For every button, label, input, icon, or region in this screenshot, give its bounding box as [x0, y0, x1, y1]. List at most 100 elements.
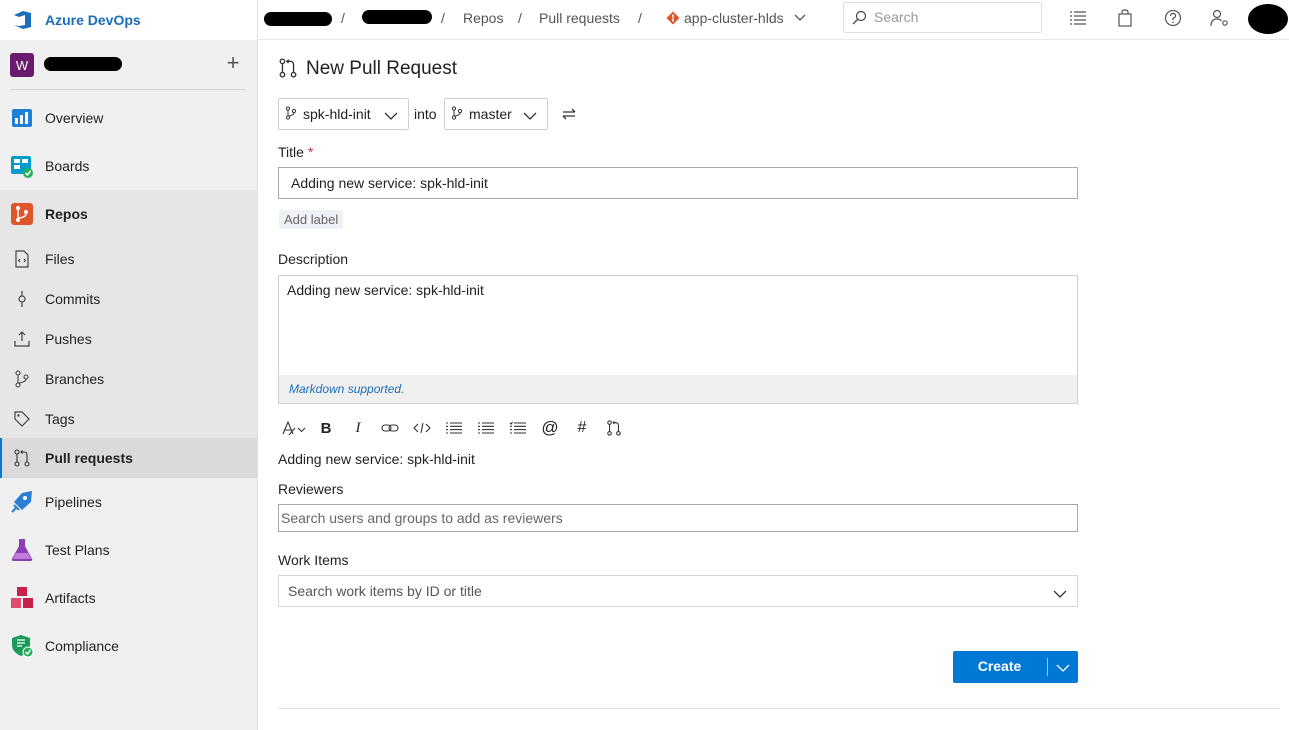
breadcrumb-pull-requests[interactable]: Pull requests — [539, 10, 620, 26]
bulleted-list-icon[interactable] — [444, 418, 464, 438]
work-item-hash-icon[interactable]: # — [572, 418, 592, 438]
chevron-down-icon — [794, 14, 806, 21]
redacted-project — [362, 10, 432, 24]
sidebar-item-files[interactable]: Files — [0, 240, 257, 278]
sidebar-item-boards[interactable]: Boards — [0, 146, 257, 186]
work-items-placeholder: Search work items by ID or title — [288, 583, 482, 599]
source-branch-dropdown[interactable]: spk-hld-init — [278, 98, 409, 130]
pull-request-icon — [278, 58, 298, 81]
user-avatar[interactable] — [1248, 4, 1288, 34]
settings-list-icon[interactable] — [1068, 8, 1088, 28]
pushes-icon — [12, 329, 32, 349]
help-icon[interactable] — [1163, 8, 1183, 28]
title-label: Title * — [278, 144, 314, 160]
commits-icon — [12, 289, 32, 309]
sidebar-item-branches[interactable]: Branches — [0, 360, 257, 398]
title-field[interactable] — [278, 167, 1078, 199]
redacted-project-name — [44, 57, 122, 71]
repos-icon — [10, 202, 34, 226]
sidebar: Azure DevOps W + Overview Boards Repos F… — [0, 0, 258, 730]
sidebar-item-pushes[interactable]: Pushes — [0, 320, 257, 358]
sidebar-item-label: Repos — [45, 206, 88, 222]
sidebar-item-repos[interactable]: Repos — [0, 194, 257, 234]
markdown-supported-note[interactable]: Markdown supported. — [279, 375, 1077, 403]
sidebar-item-tags[interactable]: Tags — [0, 400, 257, 438]
into-label: into — [414, 106, 437, 122]
breadcrumb-separator: / — [441, 10, 445, 26]
chevron-down-icon[interactable] — [1056, 660, 1070, 676]
text-style-icon[interactable] — [281, 418, 309, 438]
numbered-list-icon[interactable] — [476, 418, 496, 438]
italic-icon[interactable]: I — [348, 418, 368, 438]
description-field[interactable]: Adding new service: spk-hld-init Markdow… — [278, 275, 1078, 404]
pipelines-icon — [10, 490, 34, 514]
git-repo-icon — [666, 11, 680, 25]
compliance-icon — [10, 634, 34, 658]
swap-branches-icon[interactable] — [561, 106, 577, 125]
sidebar-item-label: Tags — [45, 411, 75, 427]
sidebar-item-label: Test Plans — [45, 542, 110, 558]
sidebar-item-label: Files — [45, 251, 75, 267]
sidebar-item-label: Branches — [45, 371, 105, 387]
brand[interactable]: Azure DevOps — [0, 0, 257, 40]
boards-icon — [10, 154, 34, 178]
files-icon — [12, 249, 32, 269]
marketplace-bag-icon[interactable] — [1115, 8, 1135, 28]
breadcrumb-separator: / — [518, 10, 522, 26]
sidebar-item-overview[interactable]: Overview — [0, 98, 257, 138]
breadcrumb-repos[interactable]: Repos — [463, 10, 503, 26]
sidebar-item-label: Pull requests — [45, 450, 133, 466]
create-button-label: Create — [977, 658, 1022, 674]
reviewers-label: Reviewers — [278, 481, 344, 497]
pull-request-link-icon[interactable] — [604, 418, 624, 438]
divider — [278, 708, 1280, 709]
sidebar-item-pull-requests[interactable]: Pull requests — [0, 438, 257, 478]
description-preview: Adding new service: spk-hld-init — [278, 451, 475, 467]
project-avatar: W — [10, 53, 34, 77]
redacted-organization — [264, 12, 332, 26]
button-divider — [1047, 658, 1048, 676]
description-label: Description — [278, 251, 349, 267]
sidebar-item-artifacts[interactable]: Artifacts — [0, 578, 257, 618]
mention-icon[interactable]: @ — [540, 418, 560, 438]
link-icon[interactable] — [380, 418, 400, 438]
add-label-button[interactable]: Add label — [279, 210, 344, 229]
create-button[interactable]: Create — [953, 651, 1078, 683]
branch-icon — [451, 105, 463, 123]
tags-icon — [12, 409, 32, 429]
required-asterisk: * — [307, 144, 314, 160]
code-icon[interactable] — [412, 418, 432, 438]
user-settings-icon[interactable] — [1210, 8, 1230, 28]
task-list-icon[interactable] — [508, 418, 528, 438]
project-header[interactable]: W + — [0, 40, 257, 90]
work-items-dropdown[interactable]: Search work items by ID or title — [278, 575, 1078, 607]
sidebar-item-label: Pushes — [45, 331, 92, 347]
search-box[interactable] — [843, 2, 1042, 33]
bold-icon[interactable]: B — [316, 418, 336, 438]
divider — [10, 89, 246, 90]
sidebar-item-label: Overview — [45, 110, 104, 126]
reviewers-input[interactable] — [279, 505, 1077, 531]
target-branch-dropdown[interactable]: master — [444, 98, 548, 130]
sidebar-item-label: Pipelines — [45, 494, 102, 510]
sidebar-item-commits[interactable]: Commits — [0, 280, 257, 318]
overview-icon — [10, 106, 34, 130]
title-input[interactable] — [279, 168, 1077, 198]
sidebar-item-compliance[interactable]: Compliance — [0, 626, 257, 666]
sidebar-item-label: Compliance — [45, 638, 119, 654]
target-branch-name: master — [469, 106, 512, 122]
chevron-down-icon — [384, 108, 398, 124]
search-input[interactable] — [874, 9, 1034, 25]
sidebar-item-test-plans[interactable]: Test Plans — [0, 530, 257, 570]
breadcrumb-separator: / — [341, 10, 345, 26]
sidebar-item-label: Artifacts — [45, 590, 96, 606]
description-text[interactable]: Adding new service: spk-hld-init — [287, 282, 484, 298]
reviewers-field[interactable] — [278, 504, 1078, 532]
sidebar-item-pipelines[interactable]: Pipelines — [0, 482, 257, 522]
azure-devops-logo-icon — [10, 8, 34, 32]
test-plans-icon — [10, 538, 34, 562]
add-icon[interactable]: + — [222, 52, 244, 75]
breadcrumb-repo-selector[interactable]: app-cluster-hlds — [666, 10, 806, 26]
sidebar-item-label: Commits — [45, 291, 101, 307]
page-title: New Pull Request — [306, 58, 458, 79]
